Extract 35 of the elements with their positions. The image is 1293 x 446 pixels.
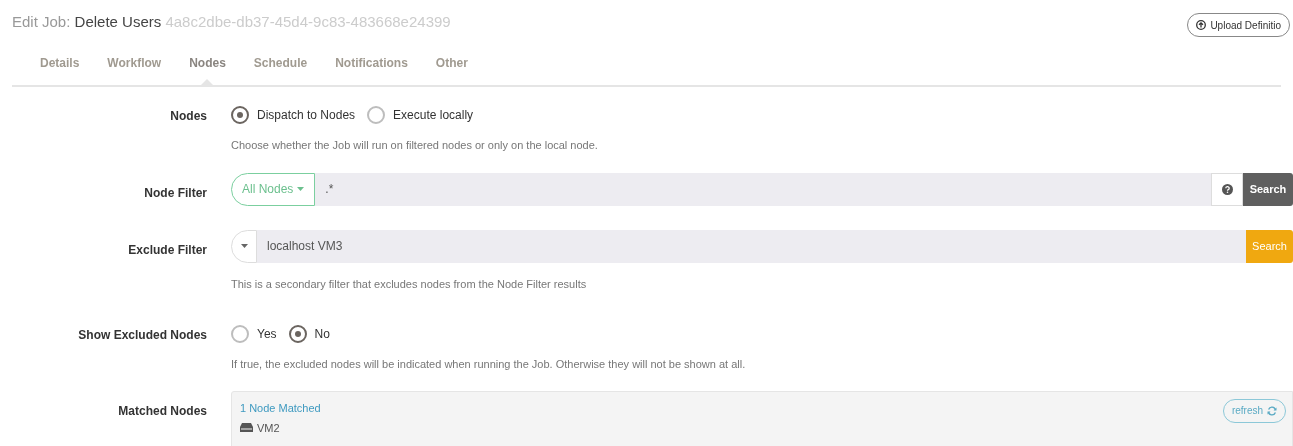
search-button[interactable]: Search [1243,172,1293,206]
field-label: Exclude Filter [128,242,207,257]
field-label: Nodes [170,109,207,123]
caret-icon [240,244,248,248]
caret-icon [297,187,305,191]
matched-count-link[interactable]: 1 Node Matched [240,399,321,416]
radio-option[interactable]: Execute locally [367,106,474,124]
tab[interactable]: Nodes [177,54,238,85]
help-icon [1221,183,1233,195]
help-text: Choose whether the Job will run on filtered nodes or only on the local node. [231,138,599,153]
field-label: Node Filter [144,185,207,200]
tab[interactable]: Notifications [323,54,420,85]
tab[interactable]: Schedule [241,54,320,85]
radio-option[interactable]: Dispatch to Nodes [231,106,356,124]
radio-button[interactable] [231,106,249,124]
radio-button[interactable] [367,106,386,124]
radio-button[interactable] [288,325,307,343]
field-label: Show Excluded Nodes [78,328,207,342]
node-filter-input[interactable]: .* [315,172,1211,206]
server-icon [240,423,253,433]
upload-icon [1196,20,1207,30]
tab[interactable]: Details [28,54,92,85]
node-name: VM2 [257,420,280,436]
tab[interactable]: Other [423,54,480,85]
help-text: This is a secondary filter that excludes nodes from the Node Filter results [231,276,588,292]
help-button[interactable] [1211,172,1243,206]
refresh-icon [1267,405,1277,416]
search-button[interactable]: Search [1246,229,1293,263]
radio-option[interactable]: Yes [231,325,277,343]
exclude-filter-input[interactable]: localhost VM3 [257,229,1246,263]
tab[interactable]: Workflow [95,54,174,85]
help-text: If true, the excluded nodes will be indicated when running the Job. Otherwise they will not be shown at all. [231,357,747,372]
radio-button[interactable] [231,325,249,343]
radio-option[interactable]: No [288,325,330,343]
field-label: Matched Nodes [118,403,207,418]
